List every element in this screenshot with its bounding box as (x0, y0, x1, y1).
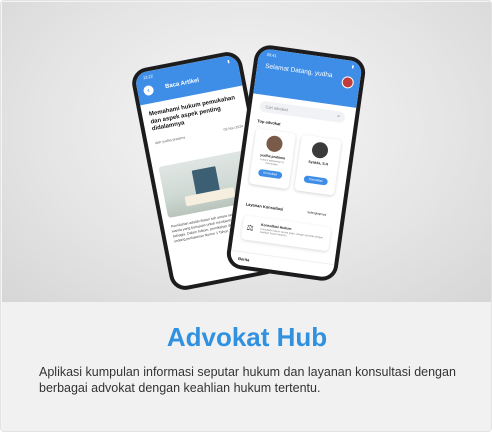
advocate-card[interactable]: Syakila, S.H - Konsultasi (294, 134, 342, 196)
search-icon[interactable]: ⌕ (337, 113, 341, 119)
hero-image: 13:22 ▮ ‹ Baca Artikel Memahami hukum pe… (2, 2, 491, 302)
home-appbar: 09:41 ▮ Selamat Datang, yudha (253, 47, 363, 108)
section-top-advokat: Top advokat (257, 118, 281, 127)
battery-icon: ▮ (351, 63, 355, 70)
advocate-card[interactable]: yudha pratama Hukum perkawinan & Percera… (248, 128, 297, 190)
advocate-photo (265, 134, 284, 153)
article-date: 09 Nov 2024 (223, 124, 244, 132)
consult-button[interactable]: Konsultasi (257, 168, 283, 180)
service-card[interactable]: ⚖ Konsultasi Hukum Konsultasi hukum seca… (240, 215, 332, 252)
status-time: 09:41 (266, 51, 278, 59)
card-info: Advokat Hub Aplikasi kumpulan informasi … (2, 302, 491, 431)
project-card[interactable]: 13:22 ▮ ‹ Baca Artikel Memahami hukum pe… (0, 0, 492, 432)
arrow-left-icon[interactable]: ‹ (142, 84, 155, 97)
phone-home: 09:41 ▮ Selamat Datang, yudha Cari advok… (224, 43, 368, 283)
card-description: Aplikasi kumpulan informasi seputar huku… (39, 365, 456, 395)
status-time: 13:22 (142, 73, 154, 81)
consult-button[interactable]: Konsultasi (303, 175, 329, 186)
battery-icon: ▮ (226, 58, 230, 64)
service-desc: Konsultasi hukum secara gratis, dengan a… (259, 227, 324, 240)
phone-home-screen: 09:41 ▮ Selamat Datang, yudha Cari advok… (229, 47, 363, 279)
avatar[interactable] (340, 75, 355, 90)
see-all-link[interactable]: Selengkapnya (307, 210, 326, 217)
advocate-photo (310, 141, 330, 160)
appbar-title: Baca Artikel (164, 77, 200, 91)
search-placeholder: Cari advokat (265, 104, 289, 113)
article-author: oleh yudha pratama (154, 135, 186, 146)
nav-item-berita[interactable]: Berita (238, 256, 250, 263)
scale-icon: ⚖ (245, 222, 255, 233)
section-layanan: Layanan Konsultasi (245, 201, 284, 212)
card-title: Advokat Hub (166, 322, 328, 352)
